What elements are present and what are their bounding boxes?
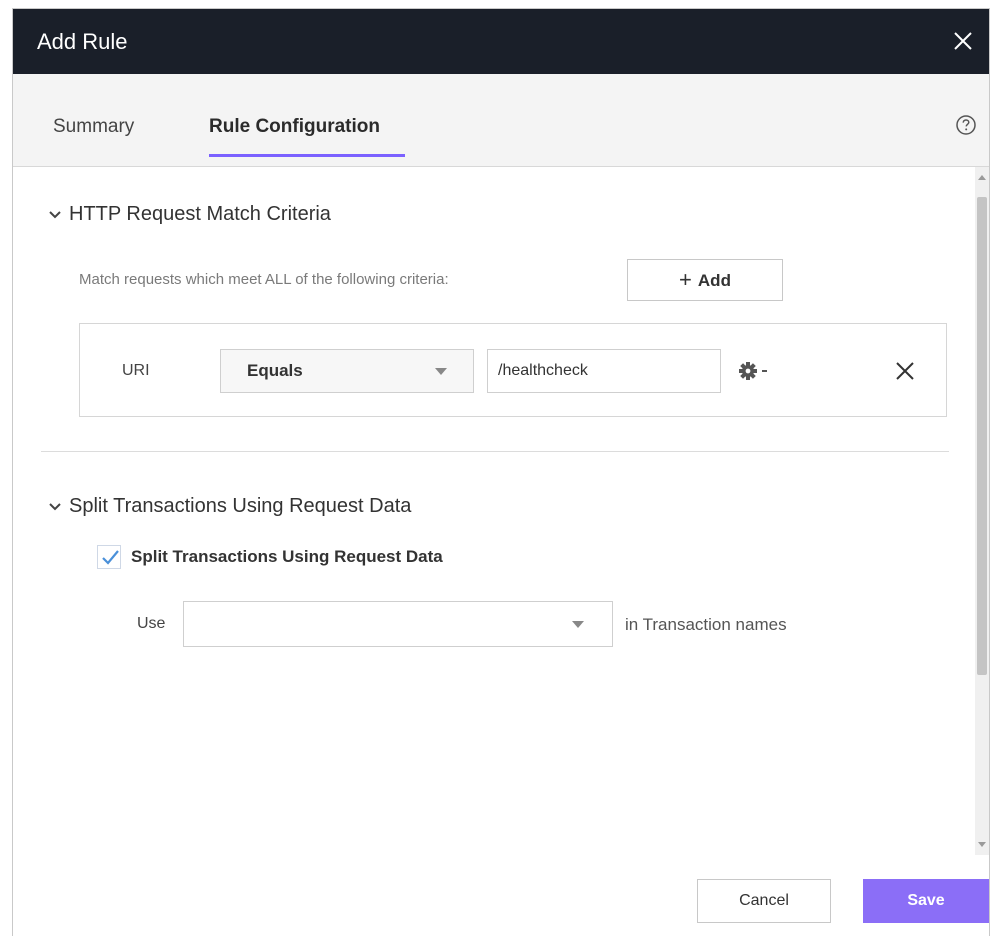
active-tab-indicator: [209, 154, 405, 157]
transaction-names-label: in Transaction names: [625, 615, 787, 634]
dialog-titlebar: Add Rule: [13, 9, 989, 74]
vertical-scrollbar[interactable]: [975, 167, 989, 855]
match-criteria-section-title: HTTP Request Match Criteria: [69, 203, 331, 225]
use-label: Use: [137, 615, 166, 632]
add-rule-dialog: Add Rule Summary Rule Configuration HTTP: [12, 8, 990, 937]
split-transactions-section-toggle[interactable]: Split Transactions Using Request Data: [47, 495, 411, 518]
chevron-down-icon: [47, 207, 63, 223]
scroll-up-icon[interactable]: [978, 175, 986, 180]
chevron-down-icon: [47, 499, 63, 515]
remove-criteria-icon[interactable]: [894, 360, 916, 382]
dialog-footer: Cancel Save: [13, 855, 989, 937]
dialog-content: HTTP Request Match Criteria Match reques…: [13, 167, 989, 855]
dialog-title: Add Rule: [37, 29, 128, 54]
dropdown-caret-icon: [572, 621, 584, 628]
criteria-row: URI Equals: [79, 323, 947, 417]
tab-rule-configuration[interactable]: Rule Configuration: [209, 116, 380, 138]
gear-icon[interactable]: [737, 358, 777, 384]
save-button[interactable]: Save: [863, 879, 989, 923]
operator-select-value: Equals: [247, 361, 303, 380]
checkbox[interactable]: [97, 545, 121, 569]
criteria-value-input[interactable]: [487, 349, 721, 393]
plus-icon: +: [679, 267, 692, 292]
dropdown-caret-icon: [435, 368, 447, 375]
section-divider: [41, 451, 949, 452]
match-criteria-section-toggle[interactable]: HTTP Request Match Criteria: [47, 203, 331, 226]
close-icon[interactable]: [951, 29, 975, 53]
operator-select[interactable]: Equals: [220, 349, 474, 393]
add-criteria-button[interactable]: + Add: [627, 259, 783, 301]
scroll-down-icon[interactable]: [978, 842, 986, 847]
split-transactions-checkbox[interactable]: Split Transactions Using Request Data: [97, 545, 443, 569]
tab-summary[interactable]: Summary: [53, 116, 134, 138]
match-criteria-description: Match requests which meet ALL of the fol…: [79, 271, 449, 288]
help-circle-icon[interactable]: [955, 114, 977, 136]
split-transactions-checkbox-label: Split Transactions Using Request Data: [131, 547, 443, 566]
tab-bar: Summary Rule Configuration: [13, 74, 989, 167]
criteria-field-label: URI: [122, 362, 150, 379]
add-button-label: Add: [697, 271, 731, 290]
request-data-select[interactable]: [183, 601, 613, 647]
cancel-button[interactable]: Cancel: [697, 879, 831, 923]
scrollbar-thumb[interactable]: [977, 197, 987, 675]
split-transactions-section-title: Split Transactions Using Request Data: [69, 495, 412, 517]
